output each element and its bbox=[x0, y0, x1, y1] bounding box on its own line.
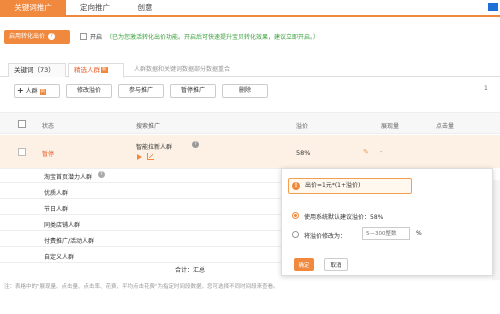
subtab-keywords[interactable]: 关键词（73） bbox=[8, 63, 66, 77]
warning-icon: ! bbox=[292, 182, 300, 190]
help-icon[interactable]: ? bbox=[98, 171, 105, 178]
crowd-name: 智能拉新人群 bbox=[136, 144, 173, 151]
edit-pencil-icon[interactable]: ✎ bbox=[363, 148, 369, 156]
table-header: 状态 搜索推广 溢价 展现量 点击量 bbox=[0, 112, 500, 134]
header-status: 状态 bbox=[42, 123, 55, 130]
conversion-button-label: 启用转化出价 bbox=[9, 33, 46, 40]
premium-input[interactable] bbox=[362, 227, 410, 240]
formula-hint: ! 出价=1元*(1+溢价) bbox=[288, 178, 412, 194]
edit-premium-button[interactable]: 修改溢价 bbox=[66, 84, 112, 98]
header-name: 搜索推广 bbox=[136, 123, 161, 130]
cancel-button[interactable]: 取消 bbox=[324, 258, 348, 271]
tab-keyword-promotion[interactable]: 关键词推广 bbox=[0, 0, 66, 15]
option-default-premium[interactable]: 使用系统默认建议溢价：58% bbox=[304, 212, 383, 221]
list-item: 优质人群 bbox=[44, 190, 69, 197]
header-impressions[interactable]: 展现量 bbox=[381, 121, 399, 130]
percent-unit: % bbox=[416, 230, 422, 237]
trend-chart-icon[interactable] bbox=[147, 153, 154, 160]
conversion-enable-label: 开启 bbox=[90, 34, 103, 41]
subtab-crowd-label: 精选人群 bbox=[74, 66, 100, 74]
help-icon[interactable]: ? bbox=[48, 33, 56, 40]
list-item: 节日人群 bbox=[44, 206, 69, 213]
option-custom-premium[interactable]: 将溢价修改为： bbox=[304, 231, 346, 240]
list-item: 自定义人群 bbox=[44, 254, 75, 261]
top-tab-bar: 关键词推广 定向推广 创意 bbox=[0, 0, 500, 17]
toolbar-right-more[interactable]: 1 bbox=[484, 85, 488, 92]
tab-creative[interactable]: 创意 bbox=[130, 0, 160, 15]
join-promotion-button[interactable]: 参与推广 bbox=[118, 84, 164, 98]
table-row: 暂停 智能拉新人群 ? 58% ✎ - bbox=[0, 135, 500, 168]
table-total: 合计：汇总 bbox=[175, 267, 206, 274]
delete-button[interactable]: 删除 bbox=[222, 84, 268, 98]
enable-conversion-bid-button[interactable]: 启用转化出价? bbox=[4, 30, 70, 44]
impressions-value: - bbox=[380, 148, 383, 156]
sub-tab-bar: 关键词（73） 精选人群新 bbox=[0, 63, 500, 78]
help-icon[interactable]: ? bbox=[192, 141, 199, 148]
conversion-enable-checkbox[interactable] bbox=[80, 33, 87, 40]
add-crowd-button[interactable]: + 人群 新 bbox=[14, 84, 60, 98]
list-item: 付费推广/活动人群 bbox=[44, 238, 95, 245]
divider bbox=[0, 214, 290, 215]
subtab-selected-crowd[interactable]: 精选人群新 bbox=[68, 63, 124, 78]
header-clicks[interactable]: 点击量 bbox=[436, 121, 454, 130]
row-checkbox[interactable] bbox=[18, 148, 26, 156]
premium-value: 58% bbox=[296, 149, 311, 157]
select-all-checkbox[interactable] bbox=[18, 120, 26, 128]
play-icon[interactable] bbox=[137, 154, 142, 160]
tab-targeted-promotion[interactable]: 定向推广 bbox=[70, 0, 120, 15]
divider bbox=[0, 230, 290, 231]
formula-text: 出价=1元*(1+溢价) bbox=[305, 182, 361, 189]
footnote: 注：表格中的"展现量、点击量、点击率、花费、平均点击花费"为指定时间段数据，您可… bbox=[4, 284, 279, 290]
subtab-note: 人群数据和关键词数据部分数据重合 bbox=[134, 66, 231, 73]
add-crowd-label: 人群 bbox=[25, 88, 38, 95]
corner-icon[interactable] bbox=[488, 3, 498, 11]
divider bbox=[0, 168, 290, 169]
divider bbox=[0, 198, 290, 199]
list-item: 淘宝首页潜力人群 bbox=[44, 174, 93, 181]
list-item: 同类店铺人群 bbox=[44, 222, 81, 229]
new-badge: 新 bbox=[39, 88, 47, 95]
divider bbox=[0, 246, 290, 247]
scroll-edge bbox=[492, 180, 500, 280]
radio-custom-premium[interactable] bbox=[292, 231, 299, 238]
radio-default-premium[interactable] bbox=[292, 212, 299, 219]
conversion-note: （已为您激活转化出价功能。开启后可快速提升宝贝转化效果，建议立即开启。） bbox=[106, 34, 320, 41]
plus-icon: + bbox=[17, 86, 24, 95]
new-badge: 新 bbox=[101, 67, 108, 73]
premium-edit-popup: ! 出价=1元*(1+溢价) 使用系统默认建议溢价：58% 将溢价修改为： % … bbox=[281, 168, 493, 276]
divider bbox=[0, 262, 290, 263]
confirm-button[interactable]: 确定 bbox=[294, 258, 314, 271]
header-premium[interactable]: 溢价 bbox=[296, 121, 308, 130]
status-paused: 暂停 bbox=[42, 151, 55, 158]
divider bbox=[0, 182, 290, 183]
pause-promotion-button[interactable]: 暂停推广 bbox=[170, 84, 216, 98]
